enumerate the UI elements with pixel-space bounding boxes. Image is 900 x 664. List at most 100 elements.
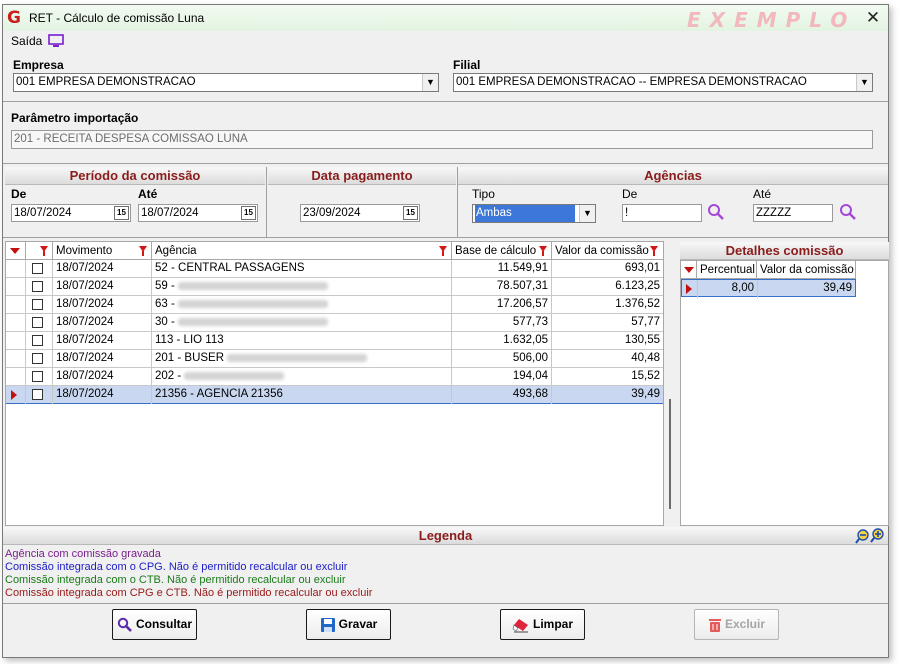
row-checkbox[interactable] [32, 353, 43, 364]
column-percentual[interactable]: Percentual [697, 261, 757, 279]
agencia-de-input[interactable]: ! [622, 204, 702, 222]
splitter-handle[interactable] [669, 399, 671, 509]
row-check-cell [26, 350, 53, 368]
cell-valor: 6.123,25 [615, 280, 660, 292]
cell-movimento: 18/07/2024 [53, 386, 152, 404]
cell-valor: 1.376,52 [615, 298, 660, 310]
parametro-label: Parâmetro importação [11, 111, 139, 125]
calendar-icon[interactable]: 15 [403, 206, 418, 220]
calendar-icon[interactable]: 15 [114, 206, 129, 220]
chevron-down-icon[interactable]: ▼ [422, 74, 438, 91]
tipo-select[interactable]: Ambas ▼ [472, 204, 596, 223]
empresa-label: Empresa [13, 58, 64, 72]
sort-menu[interactable] [681, 261, 697, 279]
monitor-icon[interactable] [48, 34, 64, 48]
filter-icon[interactable] [650, 246, 658, 256]
cell-movimento: 18/07/2024 [53, 368, 152, 386]
legend-item: Comissão integrada com o CTB. Não é perm… [5, 574, 346, 586]
filter-icon[interactable] [439, 246, 447, 256]
row-indicator [6, 350, 26, 368]
consultar-button[interactable]: Consultar [112, 609, 197, 640]
redacted-text [227, 353, 368, 362]
empresa-select[interactable]: 001 EMPRESA DEMONSTRACAO ▼ [13, 73, 439, 92]
menu-saida[interactable]: Saída [11, 34, 42, 48]
cell-movimento: 18/07/2024 [53, 278, 152, 296]
cell-agencia: 201 - BUSER [152, 350, 452, 368]
table-row[interactable]: 18/07/2024 63 - 17.206,57 1.376,52 [6, 296, 663, 314]
table-row[interactable]: 18/07/2024 30 - 577,73 57,77 [6, 314, 663, 332]
cell-movimento: 18/07/2024 [53, 260, 152, 278]
pagamento-input[interactable]: 23/09/2024 15 [300, 204, 420, 222]
row-checkbox[interactable] [32, 389, 43, 400]
periodo-ate-input[interactable]: 18/07/2024 15 [138, 204, 258, 222]
main-window: G RET - Cálculo de comissão Luna EXEMPLO… [2, 4, 889, 658]
sort-menu[interactable] [6, 242, 26, 260]
row-checkbox[interactable] [32, 335, 43, 346]
gravar-label: Gravar [338, 617, 378, 631]
cell-agencia: 113 - LIO 113 [152, 332, 452, 350]
current-row-icon [686, 284, 692, 294]
table-row[interactable]: 18/07/2024 113 - LIO 113 1.632,05 130,55 [6, 332, 663, 350]
agencia-ate-input[interactable]: ZZZZZ [753, 204, 833, 222]
search-icon[interactable] [707, 203, 725, 221]
table-row[interactable]: 18/07/2024 59 - 78.507,31 6.123,25 [6, 278, 663, 296]
column-valor[interactable]: Valor da comissão [552, 242, 662, 260]
agencia-text: 202 - [155, 370, 182, 382]
row-check-cell [26, 386, 53, 404]
divider [266, 167, 267, 237]
chevron-down-icon[interactable]: ▼ [579, 205, 595, 222]
agencia-text: 201 - BUSER [155, 352, 225, 364]
periodo-de-input[interactable]: 18/07/2024 15 [11, 204, 131, 222]
cell-movimento: 18/07/2024 [53, 296, 152, 314]
detalhes-grid-header: Percentual Valor da comissão [681, 261, 856, 279]
filter-icon[interactable] [539, 246, 547, 256]
column-base[interactable]: Base de cálculo [452, 242, 552, 260]
row-checkbox[interactable] [32, 281, 43, 292]
current-row-icon [11, 390, 17, 400]
column-movimento[interactable]: Movimento [53, 242, 152, 260]
table-row[interactable]: 18/07/2024 52 - CENTRAL PASSAGENS 11.549… [6, 260, 663, 278]
app-logo-icon: G [7, 8, 21, 28]
row-indicator [6, 260, 26, 278]
select-column[interactable] [26, 242, 53, 260]
row-check-cell [26, 314, 53, 332]
column-agencia[interactable]: Agência [152, 242, 452, 260]
pagamento-header: Data pagamento [268, 167, 456, 185]
table-row[interactable]: 18/07/2024 202 - 194,04 15,52 [6, 368, 663, 386]
watermark-text: EXEMPLO [687, 8, 857, 32]
limpar-button[interactable]: Limpar [500, 609, 585, 640]
redacted-text [177, 317, 328, 326]
close-icon[interactable]: ✕ [863, 8, 883, 28]
cell-valor: 39,49 [631, 388, 660, 400]
agencia-text: 59 - [155, 280, 175, 292]
filter-icon[interactable] [139, 246, 147, 256]
zoom-icons[interactable] [855, 527, 887, 545]
chevron-down-icon[interactable]: ▼ [856, 74, 872, 91]
calendar-icon[interactable]: 15 [241, 206, 256, 220]
filial-value: 001 EMPRESA DEMONSTRACAO -- EMPRESA DEMO… [456, 76, 807, 88]
table-row-selected[interactable]: 18/07/2024 21356 - AGENCIA 21356 493,68 … [6, 386, 663, 404]
search-icon[interactable] [839, 203, 857, 221]
tipo-value: Ambas [475, 205, 575, 222]
row-checkbox[interactable] [32, 371, 43, 382]
periodo-de-label: De [11, 187, 27, 201]
row-checkbox[interactable] [32, 317, 43, 328]
detalhes-row-selected[interactable]: 8,00 39,49 [681, 279, 856, 298]
gravar-button[interactable]: Gravar [306, 609, 391, 640]
periodo-ate-value: 18/07/2024 [141, 207, 199, 219]
row-indicator [682, 280, 698, 298]
cell-agencia: 52 - CENTRAL PASSAGENS [152, 260, 452, 278]
periodo-ate-label: Até [138, 187, 158, 201]
table-row[interactable]: 18/07/2024 201 - BUSER 506,00 40,48 [6, 350, 663, 368]
row-checkbox[interactable] [32, 263, 43, 274]
window-title: RET - Cálculo de comissão Luna [29, 11, 205, 25]
excluir-button[interactable]: Excluir [694, 609, 779, 640]
filial-select[interactable]: 001 EMPRESA DEMONSTRACAO -- EMPRESA DEMO… [453, 73, 873, 92]
column-valor-comissao[interactable]: Valor da comissão [757, 261, 856, 279]
cell-percentual: 8,00 [698, 280, 758, 298]
parametro-field: 201 - RECEITA DESPESA COMISSAO LUNA [11, 130, 873, 149]
cell-valor: 57,77 [631, 316, 660, 328]
filter-icon[interactable] [40, 246, 48, 256]
row-checkbox[interactable] [32, 299, 43, 310]
trash-icon [708, 618, 721, 632]
